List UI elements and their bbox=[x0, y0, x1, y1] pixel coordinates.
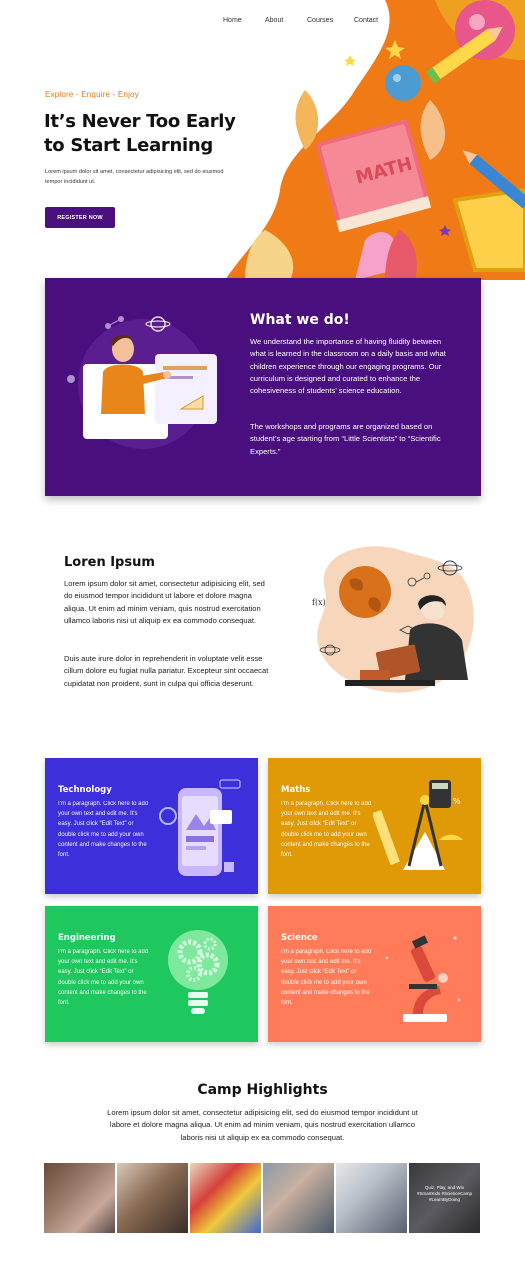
card-maths-title: Maths bbox=[281, 785, 311, 795]
what-we-do-paragraph-1: We understand the importance of having f… bbox=[250, 337, 446, 396]
card-science[interactable]: Science I'm a paragraph. Click here to a… bbox=[268, 906, 481, 1042]
card-engineering-text: I'm a paragraph. Click here to add your … bbox=[58, 949, 149, 1007]
lorem-paragraph-2: Duis aute irure dolor in reprehenderit i… bbox=[64, 654, 269, 688]
hero-illustration: MATH bbox=[225, 0, 525, 280]
camp-photo-gallery: Quiz, Play, and Win #SmartKids #ScienceC… bbox=[44, 1163, 480, 1233]
gallery-photo[interactable]: Quiz, Play, and Win #SmartKids #ScienceC… bbox=[409, 1163, 480, 1233]
card-technology-text: I'm a paragraph. Click here to add your … bbox=[58, 801, 149, 859]
hero-title-line2: to Start Learning bbox=[44, 135, 213, 156]
student-reading-illustration: f(x) bbox=[312, 546, 474, 693]
smartphone-icon bbox=[159, 779, 241, 876]
gallery-photo[interactable] bbox=[263, 1163, 334, 1233]
hero-title: It’s Never Too Early to Start Learning bbox=[44, 110, 264, 158]
gallery-photo[interactable] bbox=[190, 1163, 261, 1233]
what-we-do-title: What we do! bbox=[250, 312, 350, 328]
teacher-illustration bbox=[67, 316, 217, 449]
gallery-photo[interactable] bbox=[336, 1163, 407, 1233]
lightbulb-gears-icon bbox=[168, 930, 228, 1014]
what-we-do-section: What we do! We understand the importance… bbox=[45, 278, 481, 496]
camp-highlights-title: Camp Highlights bbox=[197, 1082, 328, 1098]
svg-text:f(x): f(x) bbox=[312, 598, 326, 607]
what-we-do-paragraph-2: The workshops and programs are organized… bbox=[250, 422, 441, 456]
card-maths-text: I'm a paragraph. Click here to add your … bbox=[281, 801, 372, 859]
card-maths[interactable]: Maths I'm a paragraph. Click here to add… bbox=[268, 758, 481, 894]
hero-title-line1: It’s Never Too Early bbox=[44, 111, 236, 132]
card-science-title: Science bbox=[281, 933, 318, 943]
camp-highlights-paragraph: Lorem ipsum dolor sit amet, consectetur … bbox=[107, 1108, 418, 1142]
card-technology-title: Technology bbox=[58, 785, 112, 795]
lorem-paragraph-1: Lorem ipsum dolor sit amet, consectetur … bbox=[64, 579, 265, 625]
lorem-title: Loren Ipsum bbox=[64, 555, 155, 570]
svg-text:%: % bbox=[453, 797, 461, 806]
compass-ruler-icon: % bbox=[373, 780, 463, 870]
card-science-text: I'm a paragraph. Click here to add your … bbox=[281, 949, 372, 1007]
hero-description: Lorem ipsum dolor sit amet, consectetur … bbox=[45, 169, 224, 185]
microscope-icon bbox=[385, 935, 461, 1022]
card-engineering-title: Engineering bbox=[58, 933, 116, 943]
gallery-photo[interactable] bbox=[44, 1163, 115, 1233]
card-technology[interactable]: Technology I'm a paragraph. Click here t… bbox=[45, 758, 258, 894]
card-engineering[interactable]: Engineering I'm a paragraph. Click here … bbox=[45, 906, 258, 1042]
register-now-button[interactable]: REGISTER NOW bbox=[45, 207, 115, 228]
gallery-photo[interactable] bbox=[117, 1163, 188, 1233]
hero-eyebrow: Explore - Enquire - Enjoy bbox=[45, 90, 139, 99]
gallery-photo-caption: Quiz, Play, and Win #SmartKids #ScienceC… bbox=[416, 1185, 473, 1202]
